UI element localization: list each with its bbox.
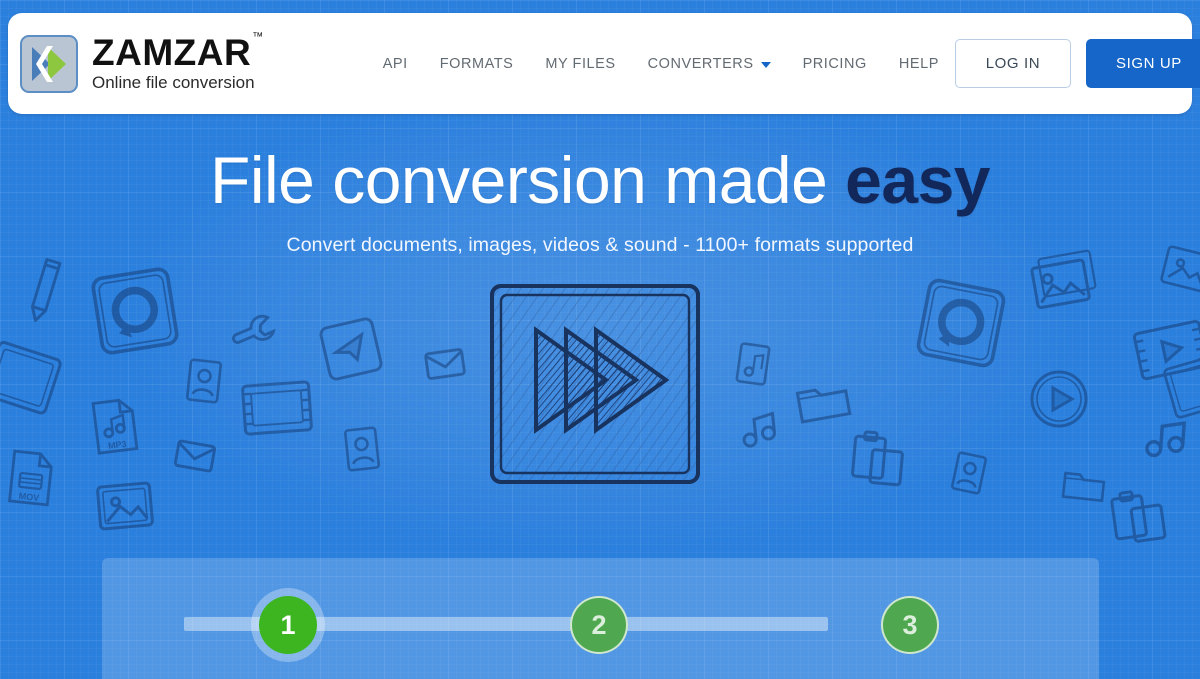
step-2-indicator[interactable]: 2	[570, 596, 628, 654]
step-3-indicator[interactable]: 3	[881, 596, 939, 654]
envelope-icon	[172, 437, 219, 476]
music-note-icon	[736, 406, 782, 452]
nav-label: FORMATS	[439, 55, 514, 72]
brand-name-text: ZAMZAR	[92, 32, 252, 74]
send-square-icon	[314, 312, 388, 386]
svg-text:MOV: MOV	[18, 491, 39, 503]
site-header: ZAMZAR™ Online file conversion API FORMA…	[8, 13, 1200, 114]
main-navigation: API FORMATS MY FILES CONVERTERS PRICING …	[367, 46, 955, 82]
contact-card-icon	[184, 356, 225, 406]
svg-text:MP3: MP3	[108, 439, 128, 451]
auth-actions: LOG IN SIGN UP	[954, 39, 1200, 88]
film-strip-icon	[1129, 315, 1200, 387]
brand-tagline: Online file conversion	[92, 73, 255, 93]
refresh-square-icon	[911, 273, 1012, 374]
nav-label: CONVERTERS	[647, 55, 754, 72]
film-strip-icon	[238, 373, 316, 442]
nav-item-converters[interactable]: CONVERTERS	[632, 46, 787, 82]
step-1-indicator[interactable]: 1	[259, 596, 317, 654]
nav-item-api[interactable]: API	[367, 46, 424, 82]
folder-icon	[793, 374, 854, 427]
nav-label: HELP	[898, 55, 939, 72]
music-note-icon	[1140, 412, 1191, 463]
wrench-icon	[225, 301, 285, 361]
refresh-square-icon	[86, 262, 184, 360]
music-note-icon	[733, 340, 773, 388]
document-icon	[1159, 348, 1200, 426]
chevron-down-icon	[760, 61, 771, 68]
fast-forward-sketch-icon	[484, 278, 706, 490]
contact-card-icon	[948, 449, 990, 497]
hero-subtitle: Convert documents, images, videos & soun…	[286, 234, 914, 256]
page-root: MP3 MOV ZAMZAR™ Online file conversion A…	[0, 0, 1200, 679]
mov-file-icon: MOV	[5, 448, 57, 509]
nav-label: API	[382, 55, 408, 72]
hero-title-light: File conversion made	[210, 143, 846, 217]
mp3-file-icon: MP3	[89, 395, 141, 456]
clipboard-icon	[848, 428, 909, 489]
image-file-icon	[94, 480, 156, 533]
nav-item-my-files[interactable]: MY FILES	[529, 46, 631, 82]
document-icon	[0, 336, 68, 422]
contact-card-icon	[342, 424, 383, 474]
sign-up-button[interactable]: SIGN UP	[1085, 39, 1200, 88]
nav-label: MY FILES	[545, 55, 616, 72]
page-title: File conversion made easy	[0, 143, 1200, 217]
pencil-icon	[3, 247, 87, 331]
trademark-symbol: ™	[252, 30, 264, 43]
brand-name: ZAMZAR™	[92, 30, 264, 74]
nav-item-pricing[interactable]: PRICING	[787, 46, 883, 82]
nav-label: PRICING	[802, 55, 867, 72]
envelope-icon	[422, 345, 468, 383]
clipboard-icon	[1106, 484, 1169, 547]
play-circle-icon	[1028, 368, 1090, 430]
nav-item-formats[interactable]: FORMATS	[424, 46, 530, 82]
log-in-button[interactable]: LOG IN	[954, 39, 1071, 88]
brand-logo[interactable]: ZAMZAR™ Online file conversion	[20, 30, 264, 93]
nav-item-help[interactable]: HELP	[883, 46, 955, 82]
hero-title-strong: easy	[845, 143, 990, 217]
folder-icon	[1060, 464, 1108, 504]
double-chevron-icon	[20, 34, 78, 93]
